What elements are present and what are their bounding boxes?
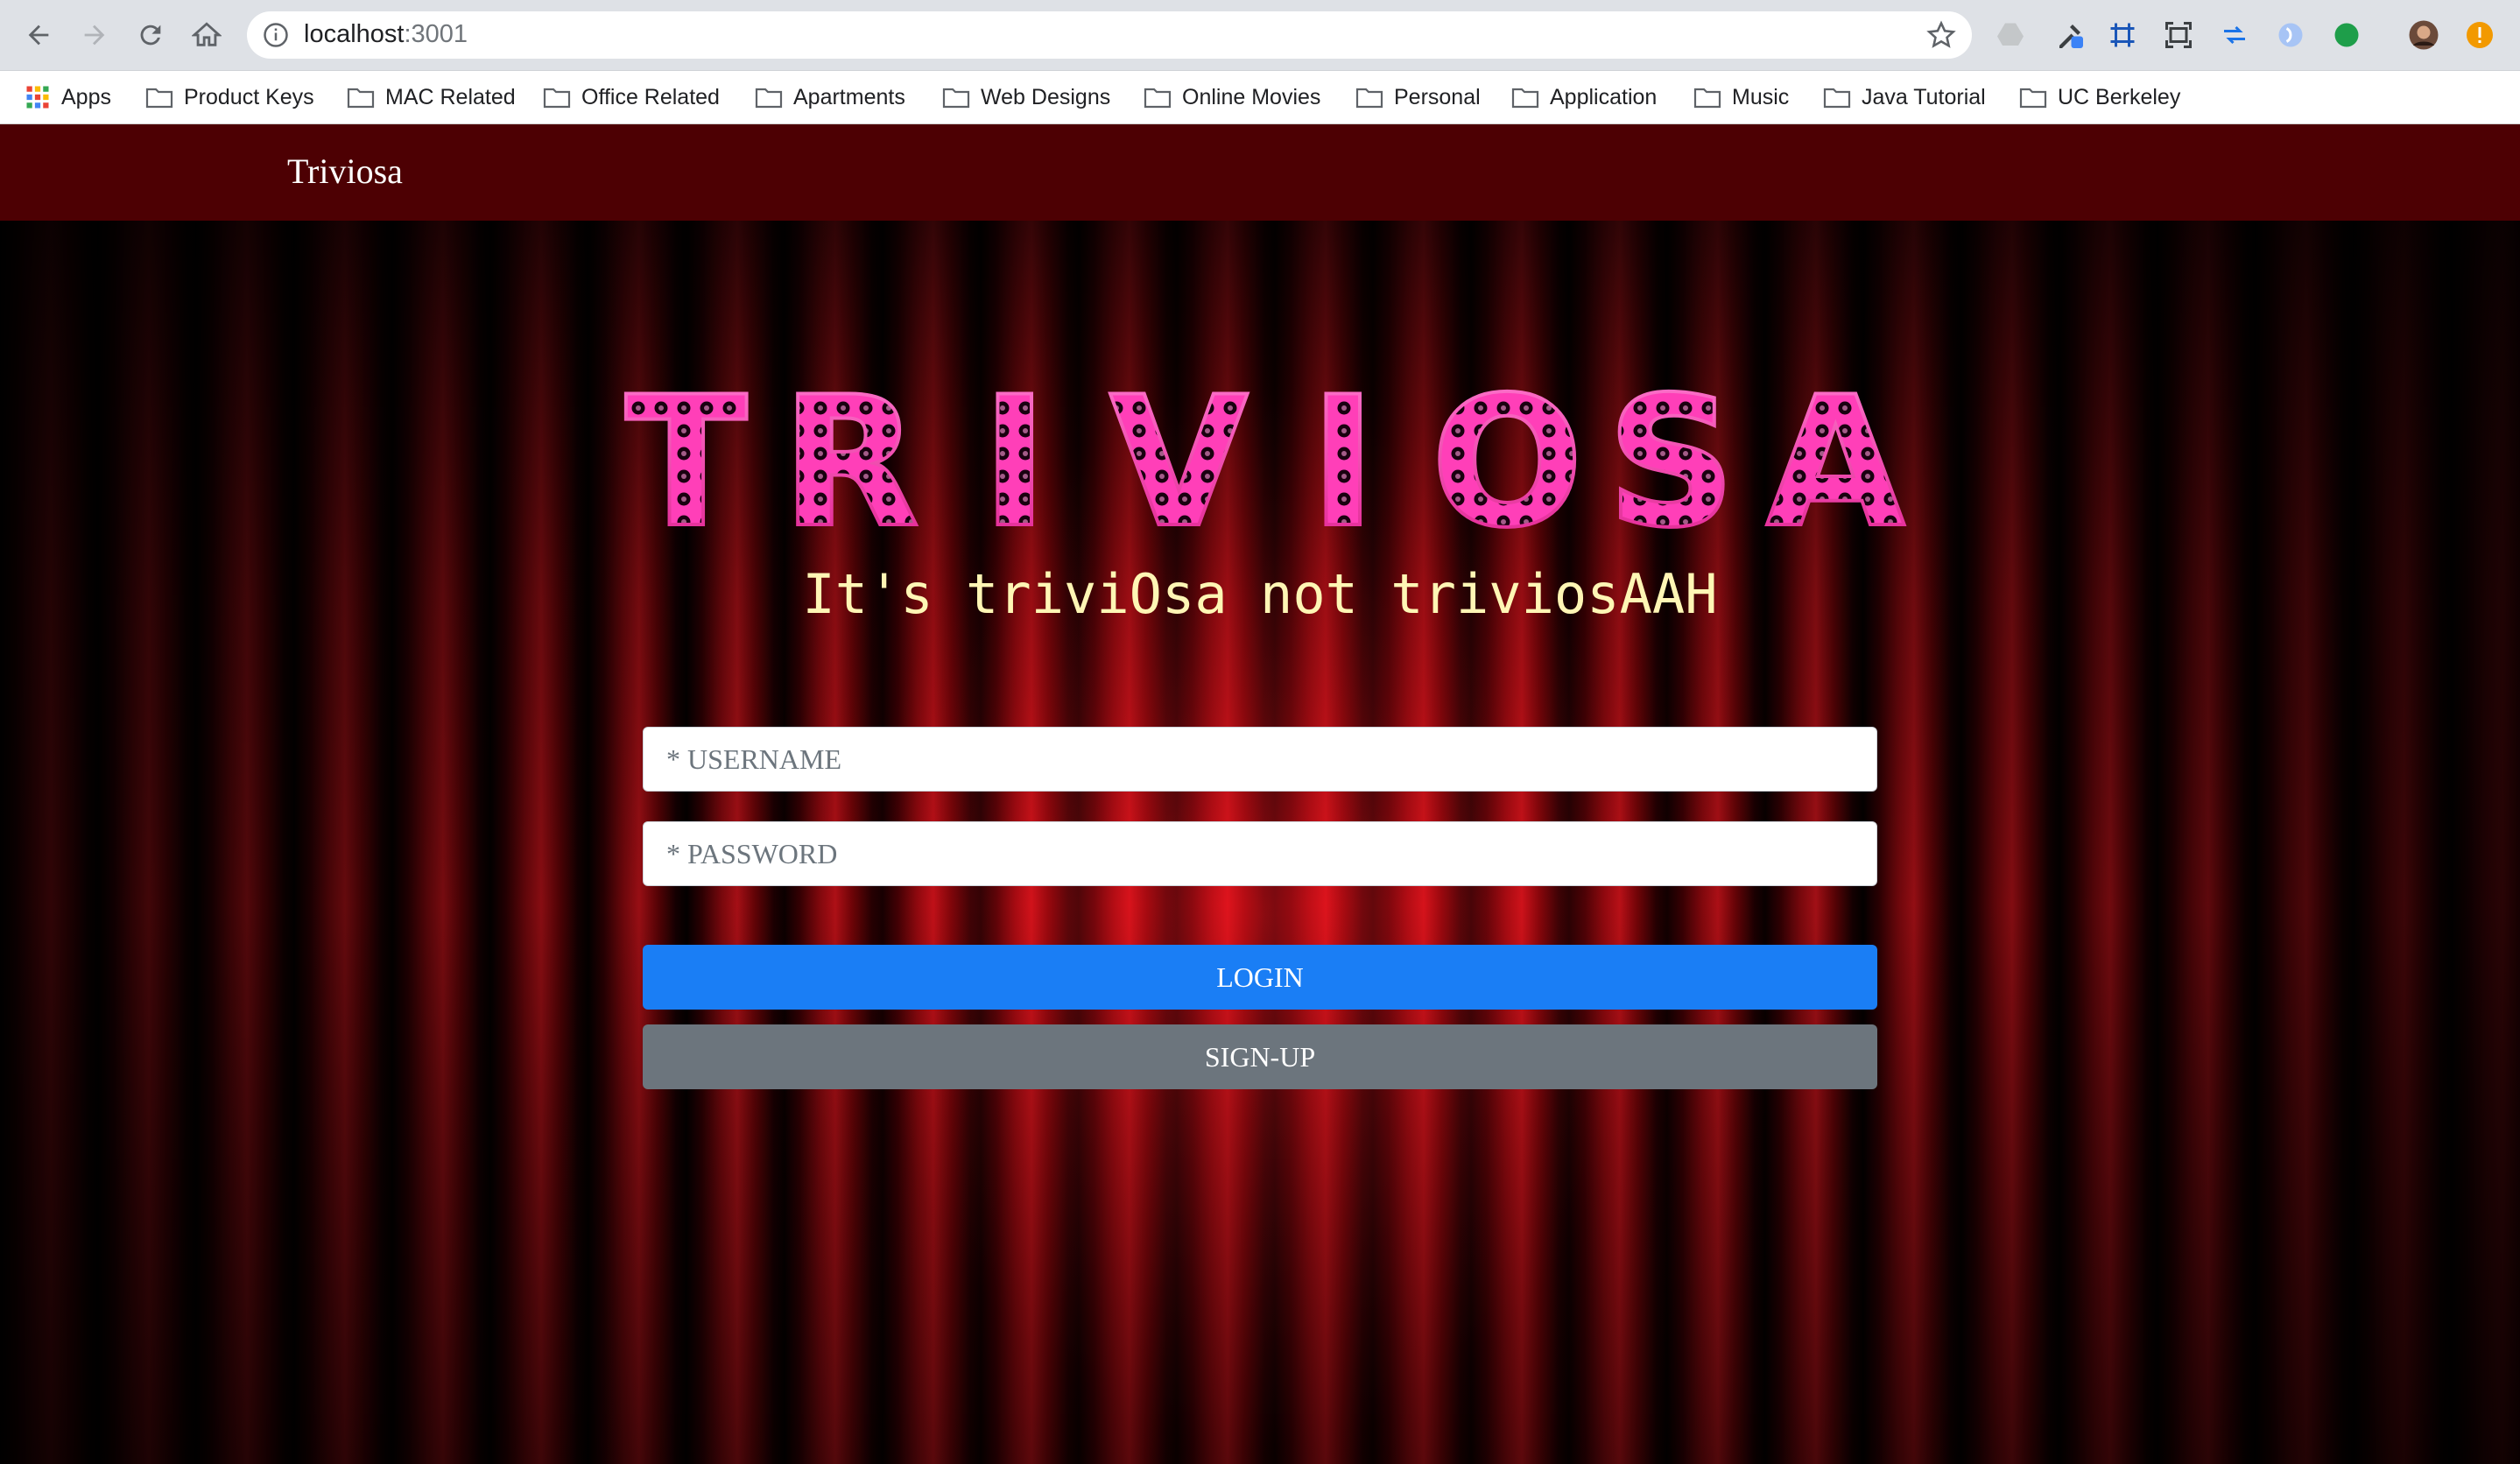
url-host: localhost [304,20,405,48]
bookmark-label: MAC Related [385,84,516,109]
bookmark-label: Apps [61,84,111,109]
marquee-letter-v: V [1109,359,1249,567]
password-input[interactable] [643,821,1877,886]
bookmark-folder-personal[interactable]: Personal [1355,71,1481,123]
triviosa-marquee-logo: TRIVIOSA [604,357,1918,569]
folder-icon [755,88,783,109]
url-port: :3001 [404,20,468,48]
marquee-letter-i: I [1310,359,1376,567]
marquee-letter-o: O [1431,359,1583,567]
marquee-letter-a: A [1766,359,1905,567]
username-input[interactable] [643,727,1877,792]
bookmark-label: Personal [1394,84,1481,109]
signup-button[interactable]: SIGN-UP [643,1024,1877,1089]
home-button[interactable] [187,16,226,54]
bookmark-folder-apartments[interactable]: Apartments [755,71,905,123]
bookmark-folder-office-related[interactable]: Office Related [543,71,720,123]
bookmark-label: UC Berkeley [2058,84,2181,109]
folder-icon [1693,88,1721,109]
folder-icon [145,88,173,109]
bookmark-folder-application[interactable]: Application [1511,71,1657,123]
bookmark-folder-java-tutorial[interactable]: Java Tutorial [1823,71,1986,123]
folder-icon [1823,88,1851,109]
arrow-right-icon [84,25,105,46]
arrow-left-icon [28,25,49,46]
marquee-letter-i: I [982,359,1048,567]
folder-icon [1144,88,1172,109]
bookmark-folder-music[interactable]: Music [1693,71,1789,123]
transfer-extension-icon[interactable] [2217,18,2252,53]
bookmark-folder-online-movies[interactable]: Online Movies [1144,71,1320,123]
bookmarks-bar: Apps Product Keys MAC Related Office Rel… [0,71,2520,124]
login-button[interactable]: LOGIN [643,945,1877,1010]
marquee-logo-svg: TRIVIOSA [623,357,1907,569]
bookmark-label: Product Keys [184,84,314,109]
bookmark-apps[interactable]: Apps [25,71,111,123]
curtain-background: TRIVIOSA It's triviOsa not triviosAAH LO… [0,221,2520,1464]
apps-grid-icon [26,86,49,109]
folder-icon [2019,88,2047,109]
folder-icon [942,88,970,109]
back-button[interactable] [19,16,58,54]
bookmark-label: Office Related [581,84,720,109]
grid-extension-icon[interactable] [2105,18,2140,53]
bookmark-label: Online Movies [1182,84,1321,109]
marquee-letter-s: S [1607,359,1736,567]
info-icon[interactable] [263,22,289,48]
bookmark-label: Application [1550,84,1658,109]
marquee-letter-r: R [781,359,919,567]
screenshot-extension-icon[interactable] [2161,18,2196,53]
bookmark-label: Apartments [793,84,905,109]
home-icon [192,22,222,46]
url-text[interactable]: localhost:3001 [304,20,468,49]
tagline: It's triviOsa not triviosAAH [802,562,1718,626]
folder-icon [347,88,375,109]
bookmark-label: Web Designs [981,84,1111,109]
bookmark-label: Music [1732,84,1790,109]
site-navbar: Triviosa [0,124,2520,221]
address-bar[interactable]: localhost:3001 [247,11,1972,59]
bookmark-star-icon[interactable] [1926,20,1956,50]
green-dot-extension-icon[interactable] [2329,18,2364,53]
bookmark-label: Java Tutorial [1862,84,1986,109]
browser-toolbar: localhost:3001 [0,0,2520,71]
reload-button[interactable] [131,16,170,54]
profile-avatar[interactable] [2406,18,2441,53]
folder-icon [543,88,571,109]
bookmark-folder-mac-related[interactable]: MAC Related [347,71,516,123]
forward-button[interactable] [75,16,114,54]
reload-icon [140,25,161,46]
navbar-brand[interactable]: Triviosa [287,151,403,192]
eyedropper-extension-icon[interactable] [2052,18,2087,53]
folder-icon [1355,88,1383,109]
update-alert-icon[interactable] [2462,18,2497,53]
bookmark-folder-web-designs[interactable]: Web Designs [942,71,1110,123]
drive-extension-icon[interactable] [1993,18,2028,53]
bookmark-folder-uc-berkeley[interactable]: UC Berkeley [2019,71,2180,123]
folder-icon [1511,88,1539,109]
bookmark-folder-product-keys[interactable]: Product Keys [145,71,314,123]
circle-extension-icon[interactable] [2273,18,2308,53]
marquee-letter-t: T [625,359,748,567]
